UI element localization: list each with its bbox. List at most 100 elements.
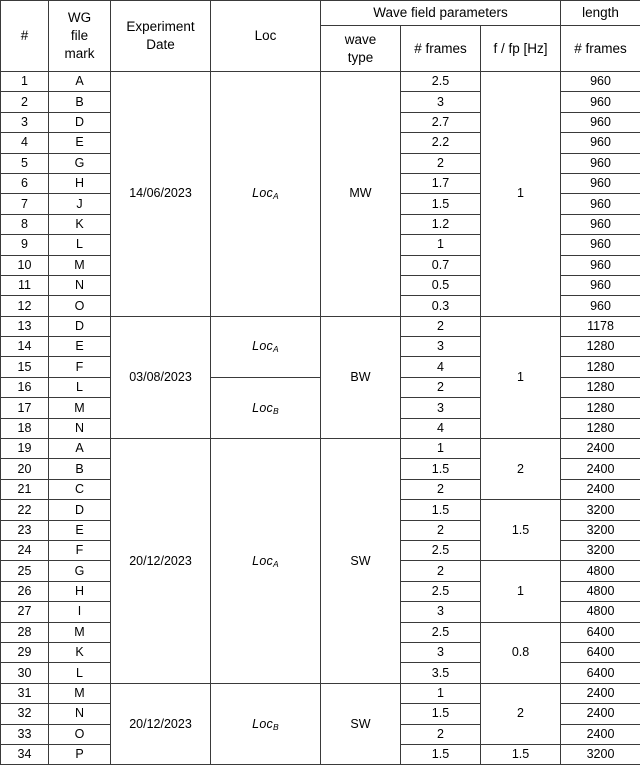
cell-number: 1 xyxy=(1,72,49,92)
cell-number: 10 xyxy=(1,255,49,275)
cell-f-fp: 1 xyxy=(481,316,561,438)
cell-length-frames: 960 xyxy=(561,235,640,255)
cell-wg-file-mark: A xyxy=(49,439,111,459)
cell-length-frames: 960 xyxy=(561,296,640,316)
cell-wave-frames: 0.3 xyxy=(401,296,481,316)
cell-wave-frames: 3 xyxy=(401,337,481,357)
cell-number: 19 xyxy=(1,439,49,459)
cell-wg-file-mark: E xyxy=(49,337,111,357)
cell-wg-file-mark: D xyxy=(49,500,111,520)
cell-length-frames: 3200 xyxy=(561,520,640,540)
table-row: 31M20/12/2023LocBSW122400 xyxy=(1,683,640,703)
cell-wg-file-mark: O xyxy=(49,296,111,316)
loc-label: LocB xyxy=(252,717,279,731)
cell-number: 27 xyxy=(1,602,49,622)
header-group-row: # WG file mark Experiment Date Loc Wave … xyxy=(1,1,640,26)
cell-length-frames: 960 xyxy=(561,112,640,132)
cell-number: 33 xyxy=(1,724,49,744)
header-f-fp-hz: f / fp [Hz] xyxy=(481,26,561,72)
cell-length-frames: 960 xyxy=(561,275,640,295)
cell-wave-frames: 0.5 xyxy=(401,275,481,295)
cell-number: 25 xyxy=(1,561,49,581)
cell-number: 14 xyxy=(1,337,49,357)
header-experiment-date: Experiment Date xyxy=(111,1,211,72)
header-wg-line-2: file xyxy=(51,27,108,45)
cell-wg-file-mark: B xyxy=(49,459,111,479)
cell-length-frames: 960 xyxy=(561,194,640,214)
cell-wave-frames: 3 xyxy=(401,602,481,622)
cell-wave-frames: 1.5 xyxy=(401,194,481,214)
cell-wave-frames: 2 xyxy=(401,377,481,397)
cell-wg-file-mark: L xyxy=(49,663,111,683)
cell-wave-frames: 2 xyxy=(401,724,481,744)
cell-number: 17 xyxy=(1,398,49,418)
header-wg-line-3: mark xyxy=(51,45,108,63)
cell-wg-file-mark: G xyxy=(49,561,111,581)
loc-label: LocA xyxy=(252,186,279,200)
cell-f-fp: 1 xyxy=(481,72,561,317)
header-wave-type-line-2: type xyxy=(323,49,398,67)
cell-number: 31 xyxy=(1,683,49,703)
cell-wg-file-mark: N xyxy=(49,418,111,438)
cell-f-fp: 1.5 xyxy=(481,744,561,764)
cell-length-frames: 2400 xyxy=(561,439,640,459)
loc-label: LocA xyxy=(252,554,279,568)
cell-loc: LocB xyxy=(211,683,321,765)
header-wave-type-line-1: wave xyxy=(323,31,398,49)
cell-wave-frames: 2 xyxy=(401,153,481,173)
table-row: 1A14/06/2023LocAMW2.51960 xyxy=(1,72,640,92)
cell-wg-file-mark: A xyxy=(49,72,111,92)
cell-length-frames: 960 xyxy=(561,92,640,112)
cell-length-frames: 1178 xyxy=(561,316,640,336)
cell-wave-frames: 1.5 xyxy=(401,744,481,764)
cell-wave-frames: 1 xyxy=(401,235,481,255)
cell-wave-frames: 2.5 xyxy=(401,581,481,601)
cell-wave-frames: 2 xyxy=(401,479,481,499)
cell-wg-file-mark: N xyxy=(49,704,111,724)
cell-wave-frames: 1.7 xyxy=(401,173,481,193)
cell-experiment-date: 20/12/2023 xyxy=(111,683,211,765)
cell-number: 26 xyxy=(1,581,49,601)
cell-length-frames: 960 xyxy=(561,255,640,275)
cell-experiment-date: 14/06/2023 xyxy=(111,72,211,317)
cell-wave-frames: 4 xyxy=(401,357,481,377)
cell-wg-file-mark: G xyxy=(49,153,111,173)
cell-number: 24 xyxy=(1,540,49,560)
table-row: 19A20/12/2023LocASW122400 xyxy=(1,439,640,459)
cell-number: 32 xyxy=(1,704,49,724)
cell-number: 12 xyxy=(1,296,49,316)
cell-f-fp: 2 xyxy=(481,439,561,500)
cell-f-fp: 0.8 xyxy=(481,622,561,683)
header-date-line-2: Date xyxy=(113,36,208,54)
header-length: length xyxy=(561,1,640,26)
cell-wave-frames: 0.7 xyxy=(401,255,481,275)
cell-wave-frames: 1.5 xyxy=(401,459,481,479)
cell-length-frames: 6400 xyxy=(561,622,640,642)
cell-wg-file-mark: M xyxy=(49,683,111,703)
header-wg-line-1: WG xyxy=(51,9,108,27)
cell-length-frames: 1280 xyxy=(561,418,640,438)
header-wave-field-parameters: Wave field parameters xyxy=(321,1,561,26)
cell-wg-file-mark: K xyxy=(49,214,111,234)
cell-experiment-date: 03/08/2023 xyxy=(111,316,211,438)
cell-number: 11 xyxy=(1,275,49,295)
cell-length-frames: 6400 xyxy=(561,663,640,683)
cell-length-frames: 3200 xyxy=(561,744,640,764)
cell-length-frames: 2400 xyxy=(561,724,640,744)
cell-number: 23 xyxy=(1,520,49,540)
cell-length-frames: 2400 xyxy=(561,683,640,703)
cell-length-frames: 1280 xyxy=(561,398,640,418)
cell-number: 15 xyxy=(1,357,49,377)
cell-wg-file-mark: B xyxy=(49,92,111,112)
cell-wg-file-mark: C xyxy=(49,479,111,499)
cell-wave-frames: 1.5 xyxy=(401,500,481,520)
cell-wave-frames: 2.5 xyxy=(401,540,481,560)
cell-wg-file-mark: E xyxy=(49,520,111,540)
cell-wg-file-mark: D xyxy=(49,112,111,132)
cell-wg-file-mark: L xyxy=(49,235,111,255)
cell-length-frames: 4800 xyxy=(561,602,640,622)
header-number: # xyxy=(1,1,49,72)
loc-subscript: A xyxy=(273,191,279,201)
experiment-table-container: # WG file mark Experiment Date Loc Wave … xyxy=(0,0,640,765)
cell-loc: LocA xyxy=(211,439,321,684)
